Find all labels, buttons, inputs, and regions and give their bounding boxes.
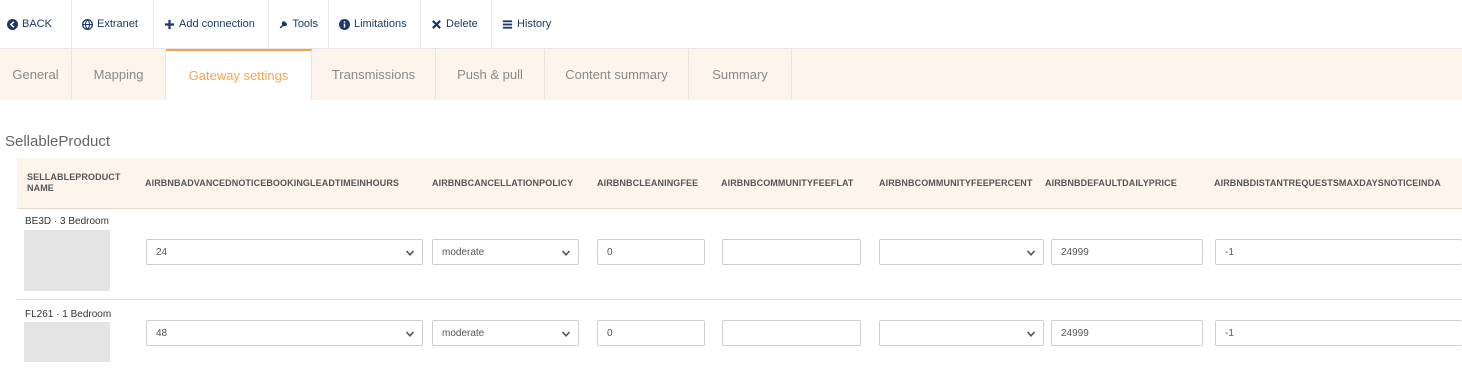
column-header: SELLABLEPRODUCT NAME [27,172,121,193]
distant-requests-select[interactable]: -1 [1215,239,1462,265]
product-name: BE3D · 3 Bedroom [25,216,109,227]
settings-tabs: General Mapping Gateway settings Transmi… [0,49,1462,100]
extranet-button[interactable]: Extranet [72,0,154,48]
lead-time-value: 24 [156,246,168,258]
delete-button[interactable]: Delete [421,0,492,48]
circle-arrow-left-icon [7,18,18,30]
cancellation-policy-select[interactable]: moderate [432,320,579,346]
tab-push-pull[interactable]: Push & pull [436,49,545,100]
extranet-label: Extranet [97,18,138,30]
plus-icon [164,19,175,29]
tab-general[interactable]: General [0,49,72,100]
distant-requests-value: -1 [1225,246,1234,258]
tools-button[interactable]: Tools [269,0,329,48]
distant-requests-value: -1 [1225,327,1234,339]
add-connection-label: Add connection [179,18,255,30]
section-title: SellableProduct [5,133,111,150]
table-row: FL261 · 1 Bedroom 48 moderate 0 24999 -1 [17,300,1462,370]
back-label: BACK [22,18,52,30]
community-fee-percent-select[interactable] [879,239,1044,265]
product-thumbnail [24,322,110,362]
tab-transmissions[interactable]: Transmissions [312,49,436,100]
cleaning-fee-value: 0 [607,327,613,339]
tab-mapping[interactable]: Mapping [72,49,166,100]
column-header: AIRBNBCLEANINGFEE [597,177,699,188]
list-icon [502,19,513,29]
tab-gateway-settings[interactable]: Gateway settings [166,49,312,100]
info-circle-icon [339,18,350,30]
chevron-down-icon [561,331,571,337]
product-name: FL261 · 1 Bedroom [25,309,112,320]
distant-requests-select[interactable]: -1 [1215,320,1462,346]
column-header: AIRBNBCOMMUNITYFEEPERCENT [879,177,1033,188]
cleaning-fee-value: 0 [607,246,613,258]
column-header: AIRBNBCANCELLATIONPOLICY [432,177,574,188]
default-daily-price-input[interactable]: 24999 [1051,239,1203,265]
column-header: AIRBNBADVANCEDNOTICEBOOKINGLEADTIMEINHOU… [145,177,400,188]
limitations-label: Limitations [354,18,407,30]
cancellation-policy-value: moderate [442,246,485,258]
column-header: AIRBNBDISTANTREQUESTSMAXDAYSNOTICEINDA [1214,177,1441,188]
history-button[interactable]: History [492,0,570,48]
default-daily-price-value: 24999 [1061,327,1089,339]
chevron-down-icon [1026,331,1036,337]
chevron-down-icon [561,250,571,256]
delete-label: Delete [446,18,478,30]
history-label: History [517,18,552,30]
table-header: SELLABLEPRODUCT NAME AIRBNBADVANCEDNOTIC… [17,158,1462,209]
lead-time-value: 48 [156,327,168,339]
lead-time-select[interactable]: 48 [146,320,423,346]
wrench-icon [279,20,288,28]
community-fee-flat-input[interactable] [722,320,861,346]
chevron-down-icon [1026,250,1036,256]
add-connection-button[interactable]: Add connection [154,0,269,48]
globe-icon [82,18,93,30]
tab-content-summary[interactable]: Content summary [545,49,689,100]
column-header: AIRBNBDEFAULTDAILYPRICE [1045,177,1177,188]
table-row: BE3D · 3 Bedroom 24 moderate 0 24999 -1 [17,208,1462,300]
default-daily-price-value: 24999 [1061,246,1089,258]
limitations-button[interactable]: Limitations [329,0,421,48]
close-icon [432,19,441,29]
column-header: AIRBNBCOMMUNITYFEEFLAT [721,177,854,188]
chevron-down-icon [405,250,415,256]
chevron-down-icon [405,331,415,337]
community-fee-percent-select[interactable] [879,320,1044,346]
cancellation-policy-value: moderate [442,327,485,339]
back-button[interactable]: BACK [0,0,72,48]
lead-time-select[interactable]: 24 [146,239,423,265]
product-thumbnail [24,230,110,291]
default-daily-price-input[interactable]: 24999 [1051,320,1203,346]
community-fee-flat-input[interactable] [722,239,861,265]
tools-label: Tools [292,18,318,30]
tab-summary[interactable]: Summary [689,49,792,100]
top-toolbar: BACK Extranet Add connection Tools Limit… [0,0,1462,49]
cleaning-fee-input[interactable]: 0 [597,239,705,265]
cleaning-fee-input[interactable]: 0 [597,320,705,346]
cancellation-policy-select[interactable]: moderate [432,239,579,265]
